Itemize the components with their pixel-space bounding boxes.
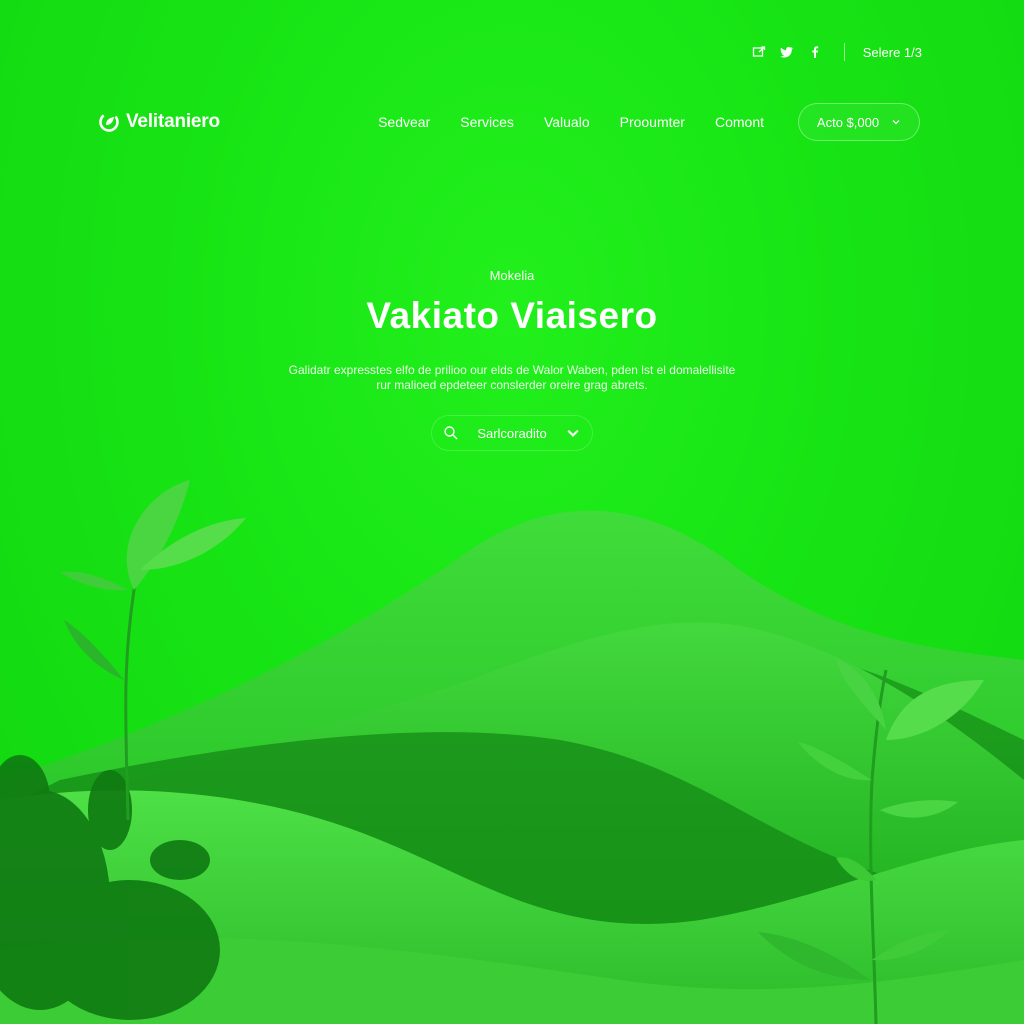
nav-item-comont[interactable]: Comont — [715, 114, 764, 130]
search-dropdown[interactable]: Sarlcoradito — [431, 415, 593, 451]
search-icon — [444, 426, 458, 440]
hero-description-line-1: Galidatr expresstes elfo de prilioo our … — [288, 363, 736, 377]
hero-description: Galidatr expresstes elfo de prilioo our … — [252, 363, 772, 393]
chevron-down-icon — [567, 429, 579, 437]
brand-name: Velitaniero — [126, 111, 220, 132]
main-nav: Velitaniero Sedvear Services Valualo Pro… — [98, 100, 920, 144]
share-icon[interactable] — [752, 45, 766, 59]
nav-item-prooumter[interactable]: Prooumter — [620, 114, 685, 130]
leaf-logo-icon — [99, 112, 119, 132]
chevron-down-icon — [892, 120, 900, 125]
nav-menu: Sedvear Services Valualo Prooumter Comon… — [378, 114, 764, 130]
hills-illustration — [0, 480, 1024, 1024]
brand[interactable]: Velitaniero — [98, 111, 220, 133]
utility-separator — [843, 43, 845, 61]
nav-item-services[interactable]: Services — [460, 114, 514, 130]
hero-section: Mokelia Vakiato Viaisero Galidatr expres… — [0, 268, 1024, 451]
hero-description-line-2: rur malioed epdeteer conslerder oreire g… — [376, 378, 648, 392]
nav-item-valualo[interactable]: Valualo — [544, 114, 590, 130]
account-select-value: Acto $,000 — [816, 114, 880, 130]
hero-eyebrow: Mokelia — [489, 268, 535, 283]
facebook-icon[interactable] — [808, 45, 822, 59]
page-selector[interactable]: Selere 1/3 — [863, 45, 922, 60]
twitter-icon[interactable] — [780, 45, 794, 59]
utility-bar: Selere 1/3 — [752, 40, 922, 64]
nav-item-sedvear[interactable]: Sedvear — [378, 114, 430, 130]
search-label: Sarlcoradito — [477, 425, 547, 441]
account-select[interactable]: Acto $,000 — [798, 103, 920, 141]
hero-title: Vakiato Viaisero — [366, 295, 658, 336]
